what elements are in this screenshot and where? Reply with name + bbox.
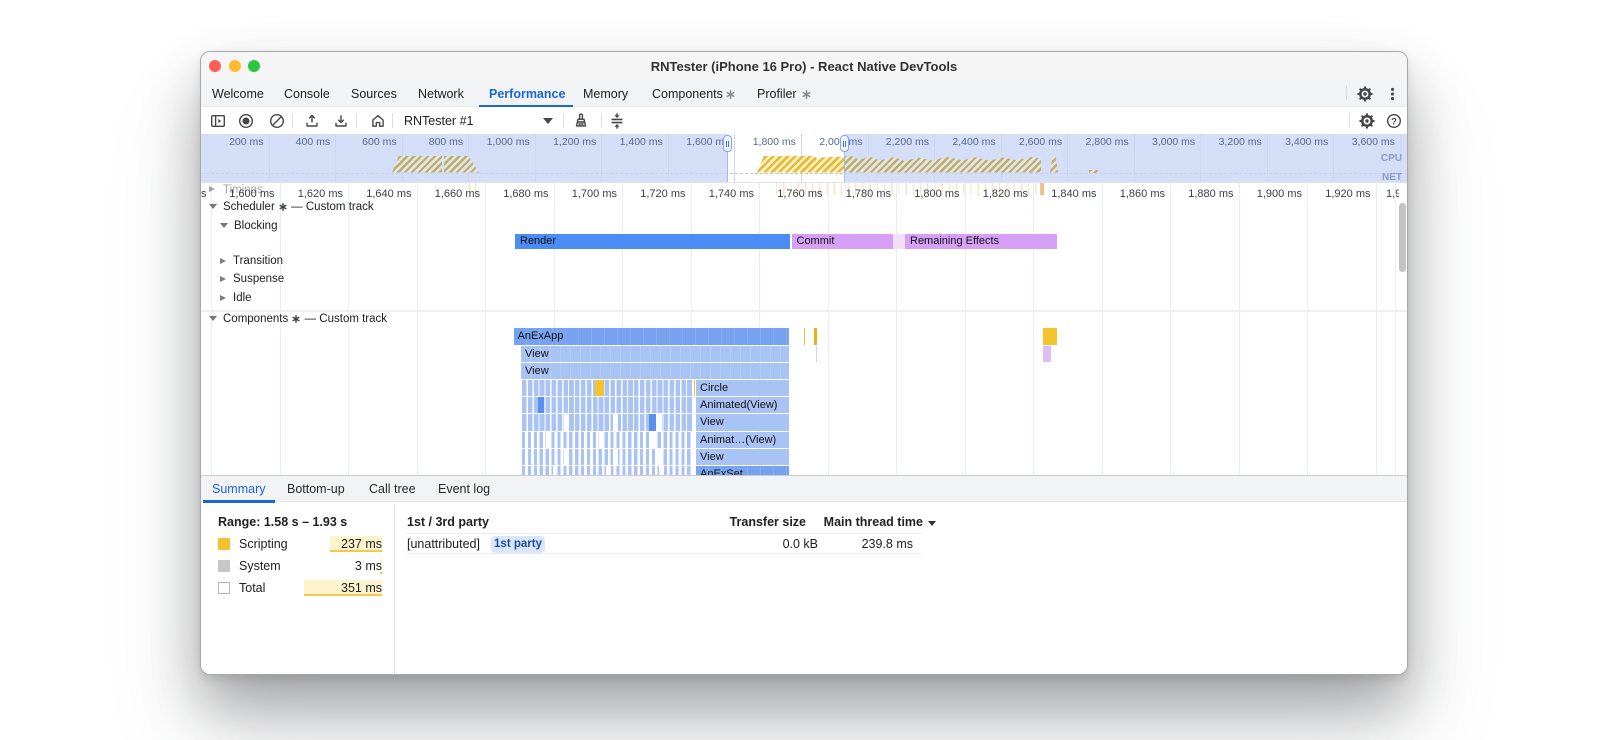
svg-text:?: ? [1391,116,1397,127]
